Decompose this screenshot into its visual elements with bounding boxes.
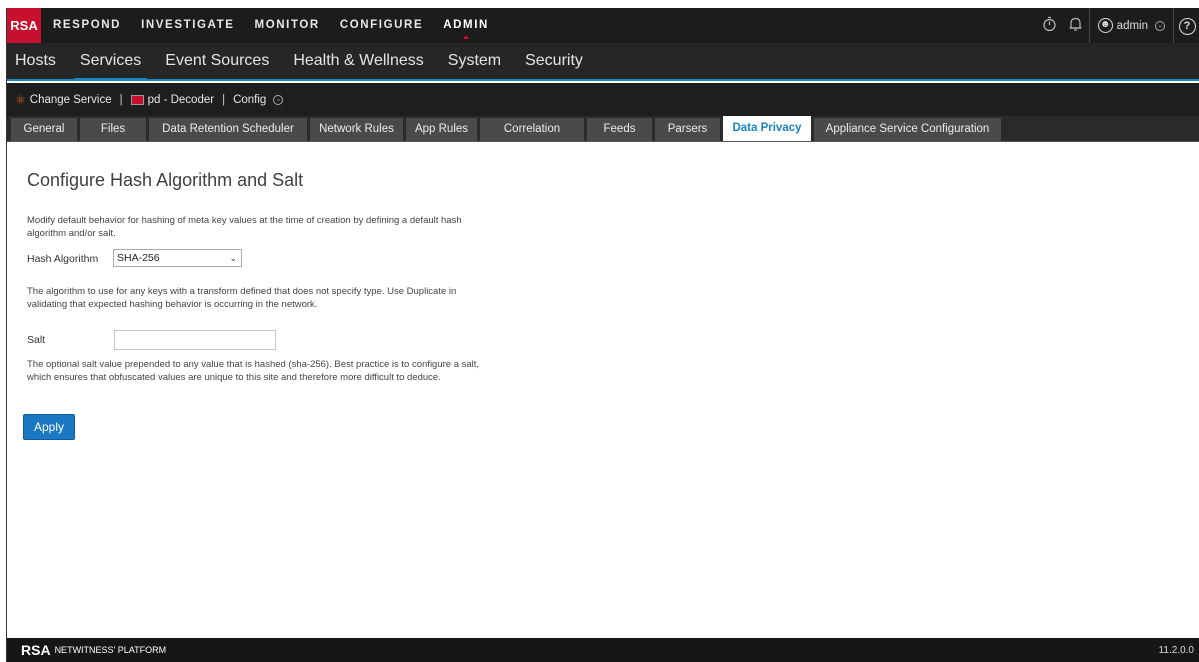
app-frame: RSA RESPOND INVESTIGATE MONITOR CONFIGUR… [6, 8, 1199, 662]
tab-general[interactable]: General [11, 118, 77, 141]
page-title: Configure Hash Algorithm and Salt [27, 170, 304, 190]
salt-input[interactable] [114, 330, 276, 350]
chevron-down-icon: ⌄ [229, 253, 237, 263]
tab-network-rules[interactable]: Network Rules [310, 118, 403, 141]
config-tabs: General Files Data Retention Scheduler N… [7, 116, 1199, 158]
bell-icon[interactable] [1063, 16, 1089, 36]
apply-button[interactable]: Apply [23, 414, 75, 440]
help-icon: ? [1178, 18, 1196, 35]
decoder-icon [130, 94, 144, 105]
separator: | [222, 93, 226, 106]
top-nav: RSA RESPOND INVESTIGATE MONITOR CONFIGUR… [7, 8, 1199, 43]
sub-nav: Hosts Services Event Sources Health & We… [7, 43, 1199, 81]
topnav-respond[interactable]: RESPOND [53, 8, 121, 43]
tab-correlation-rules[interactable]: Correlation Rules [480, 118, 584, 158]
tab-feeds[interactable]: Feeds [587, 118, 652, 141]
config-menu[interactable]: Config ⌄ [233, 93, 284, 106]
topnav-monitor[interactable]: MONITOR [255, 8, 320, 43]
chevron-down-icon: ⌄ [273, 94, 284, 105]
topnav-right: ☻ admin ⌄ ? [1037, 8, 1199, 43]
subnav-security[interactable]: Security [519, 43, 589, 79]
hash-algorithm-label: Hash Algorithm [27, 253, 99, 265]
topnav-admin[interactable]: ADMIN [443, 8, 489, 43]
main-content: Configure Hash Algorithm and Salt Modify… [7, 143, 1199, 638]
change-service-button[interactable]: ⚛ Change Service [15, 93, 112, 107]
help-button[interactable]: ? [1174, 16, 1199, 35]
version-label: 11.2.0.0 [1158, 644, 1194, 656]
tab-data-retention-scheduler[interactable]: Data Retention Scheduler [149, 118, 307, 141]
footer-brand: RSA NETWITNESS' PLATFORM [21, 642, 166, 658]
user-menu[interactable]: ☻ admin ⌄ [1090, 18, 1173, 33]
intro-text: Modify default behavior for hashing of m… [27, 215, 462, 239]
separator: | [119, 93, 123, 106]
change-service-icon: ⚛ [15, 92, 26, 107]
hash-help-text: The algorithm to use for any keys with a… [27, 286, 457, 310]
user-icon: ☻ [1097, 18, 1113, 33]
change-service-label: Change Service [29, 93, 112, 106]
salt-help-text: The optional salt value prepended to any… [27, 359, 480, 383]
subnav-health-wellness[interactable]: Health & Wellness [287, 43, 429, 79]
tab-parsers[interactable]: Parsers [655, 118, 720, 141]
tab-app-rules[interactable]: App Rules [406, 118, 477, 141]
hash-algorithm-select[interactable]: SHA-256 ⌄ [113, 249, 242, 267]
footer-rsa-logo: RSA [21, 642, 51, 658]
chevron-down-icon: ⌄ [1155, 20, 1165, 31]
rsa-logo: RSA [7, 8, 41, 43]
topnav-investigate[interactable]: INVESTIGATE [141, 8, 234, 43]
salt-label: Salt [27, 334, 46, 346]
service-selector[interactable]: pd - Decoder [130, 93, 215, 106]
topnav-configure[interactable]: CONFIGURE [340, 8, 423, 43]
tab-data-privacy[interactable]: Data Privacy [723, 116, 811, 141]
subnav-system[interactable]: System [442, 43, 507, 79]
stopwatch-icon[interactable] [1037, 16, 1063, 36]
config-label: Config [233, 93, 267, 106]
footer-product-name: NETWITNESS' PLATFORM [54, 645, 167, 655]
tab-appliance-service-configuration[interactable]: Appliance Service Configuration [814, 118, 1001, 141]
subnav-hosts[interactable]: Hosts [9, 43, 62, 79]
subnav-event-sources[interactable]: Event Sources [159, 43, 275, 79]
hash-algorithm-value: SHA-256 [117, 252, 160, 264]
tab-files[interactable]: Files [80, 118, 146, 141]
service-bar: ⚛ Change Service | pd - Decoder | Config… [7, 83, 1199, 116]
subnav-services[interactable]: Services [73, 43, 148, 81]
footer: RSA NETWITNESS' PLATFORM 11.2.0.0 [7, 638, 1199, 662]
service-name: pd - Decoder [147, 93, 215, 106]
user-name: admin [1116, 19, 1148, 32]
